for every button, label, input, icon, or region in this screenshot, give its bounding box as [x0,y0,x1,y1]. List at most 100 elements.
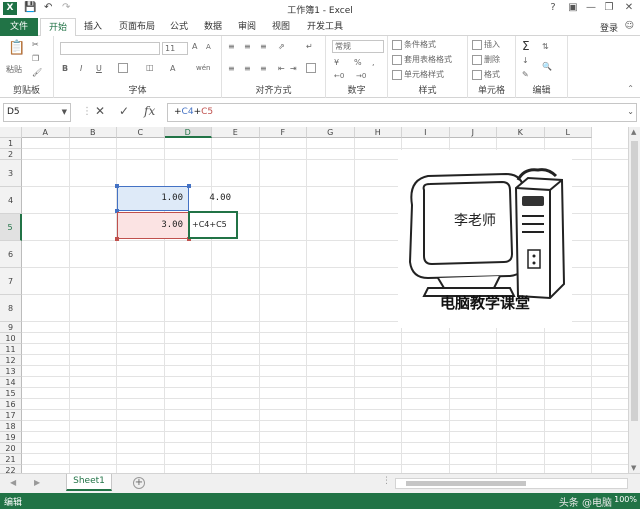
tab-review[interactable]: 审阅 [232,18,262,36]
next-sheet-icon[interactable]: ▶ [34,478,40,487]
ref-handle[interactable] [115,237,119,241]
row-header[interactable]: 1 [0,138,22,149]
paste-button[interactable]: 粘贴 [6,64,22,75]
zoom-level[interactable]: 100% [614,495,637,504]
tab-home[interactable]: 开始 [40,18,76,37]
collapse-ribbon-icon[interactable]: ⌃ [627,84,634,93]
align-left-icon[interactable]: ≡ [228,64,235,73]
row-header[interactable]: 11 [0,344,22,355]
insert-button[interactable]: 插入 [472,39,500,50]
scroll-up-icon[interactable]: ▲ [631,128,636,136]
user-icon[interactable]: ☺ [625,21,634,31]
ribbon-display-icon[interactable]: ▣ [566,2,580,13]
row-header[interactable]: 9 [0,322,22,333]
decrease-font-button[interactable]: A [206,43,211,51]
insert-function-button[interactable]: fx [144,104,155,118]
autosum-button[interactable]: Σ [522,39,530,53]
tab-data[interactable]: 数据 [198,18,228,36]
row-header[interactable]: 12 [0,355,22,366]
merge-center-icon[interactable] [306,63,318,73]
row-header[interactable]: 6 [0,241,22,268]
indent-decrease-icon[interactable]: ⇤ [278,64,285,73]
cell-d5-editing[interactable]: +C4+C5 [190,220,250,229]
vertical-scrollbar[interactable]: ▲ ▼ [628,127,640,473]
font-color-icon[interactable]: A [170,64,175,73]
select-all-corner[interactable] [0,127,22,138]
format-as-table-button[interactable]: 套用表格格式 [392,54,452,65]
prev-sheet-icon[interactable]: ◀ [10,478,16,487]
clear-icon[interactable]: ✎ [522,70,529,79]
align-center-icon[interactable]: ≡ [244,64,251,73]
align-top-icon[interactable]: ≡ [228,42,235,51]
increase-decimal-icon[interactable]: ←0 [334,72,344,80]
row-header[interactable]: 20 [0,443,22,454]
column-header[interactable]: A [22,127,70,138]
column-header[interactable]: C [117,127,165,138]
add-sheet-button[interactable]: + [133,477,145,489]
tab-file[interactable]: 文件 [0,18,38,36]
indent-increase-icon[interactable]: ⇥ [290,64,297,73]
row-header[interactable]: 5 [0,214,22,241]
row-header[interactable]: 15 [0,388,22,399]
font-size-select[interactable]: 11 [162,42,188,55]
copy-icon[interactable]: ❐ [32,54,39,63]
orientation-icon[interactable]: ⇗ [278,42,285,51]
horizontal-scrollbar[interactable] [395,478,628,489]
number-format-select[interactable]: 常规 [332,40,384,53]
row-header[interactable]: 4 [0,187,22,214]
row-header[interactable]: 14 [0,377,22,388]
row-header[interactable]: 8 [0,295,22,322]
row-header[interactable]: 13 [0,366,22,377]
comma-button[interactable]: , [372,58,375,67]
column-header[interactable]: H [354,127,402,138]
column-header[interactable]: E [212,127,260,138]
restore-icon[interactable]: ❐ [602,2,616,13]
format-button[interactable]: 格式 [472,69,500,80]
vertical-scroll-thumb[interactable] [631,141,638,421]
align-bottom-icon[interactable]: ≡ [260,42,267,51]
row-header[interactable]: 19 [0,432,22,443]
row-header[interactable]: 18 [0,421,22,432]
row-header[interactable]: 7 [0,268,22,295]
formula-input[interactable]: +C4+C5 [167,103,637,122]
name-box[interactable]: D5 ▼ [3,103,71,122]
row-header[interactable]: 17 [0,410,22,421]
login-link[interactable]: 登录 [600,21,618,34]
column-header[interactable]: G [307,127,355,138]
wrap-text-icon[interactable]: ↵ [306,42,313,51]
font-name-select[interactable] [60,42,160,55]
currency-icon[interactable]: ¥ [334,58,339,67]
conditional-format-button[interactable]: 条件格式 [392,39,436,50]
find-icon[interactable]: 🔍 [542,62,552,71]
horizontal-scroll-thumb[interactable] [406,481,526,486]
column-header[interactable]: K [497,127,545,138]
decrease-decimal-icon[interactable]: →0 [356,72,366,80]
help-icon[interactable]: ? [546,2,560,13]
tab-formulas[interactable]: 公式 [164,18,194,36]
scroll-down-icon[interactable]: ▼ [631,464,636,472]
sheet-tab-sheet1[interactable]: Sheet1 [66,474,112,491]
align-right-icon[interactable]: ≡ [260,64,267,73]
fill-icon[interactable]: ↓ [522,56,529,65]
row-header[interactable]: 16 [0,399,22,410]
align-middle-icon[interactable]: ≡ [244,42,251,51]
increase-font-button[interactable]: A [192,42,197,51]
fill-color-icon[interactable]: ◫ [146,63,154,72]
cell-styles-button[interactable]: 单元格样式 [392,69,444,80]
italic-button[interactable]: I [80,64,82,73]
tab-view[interactable]: 视图 [266,18,296,36]
column-header[interactable]: F [259,127,307,138]
expand-formula-icon[interactable]: ⌄ [627,107,634,116]
percent-button[interactable]: % [354,58,362,67]
cell-c4[interactable]: 1.00 [117,193,189,203]
bold-button[interactable]: B [62,64,68,73]
column-header[interactable]: D [164,127,212,138]
cell-d4[interactable]: 4.00 [189,193,237,203]
paste-icon[interactable]: 📋 [8,40,25,56]
phonetic-button[interactable]: wén [196,64,210,72]
row-header[interactable]: 22 [0,465,22,473]
row-header[interactable]: 2 [0,149,22,160]
underline-button[interactable]: U [96,64,102,73]
close-icon[interactable]: ✕ [622,2,636,13]
sort-filter-icon[interactable]: ⇅ [542,42,549,51]
